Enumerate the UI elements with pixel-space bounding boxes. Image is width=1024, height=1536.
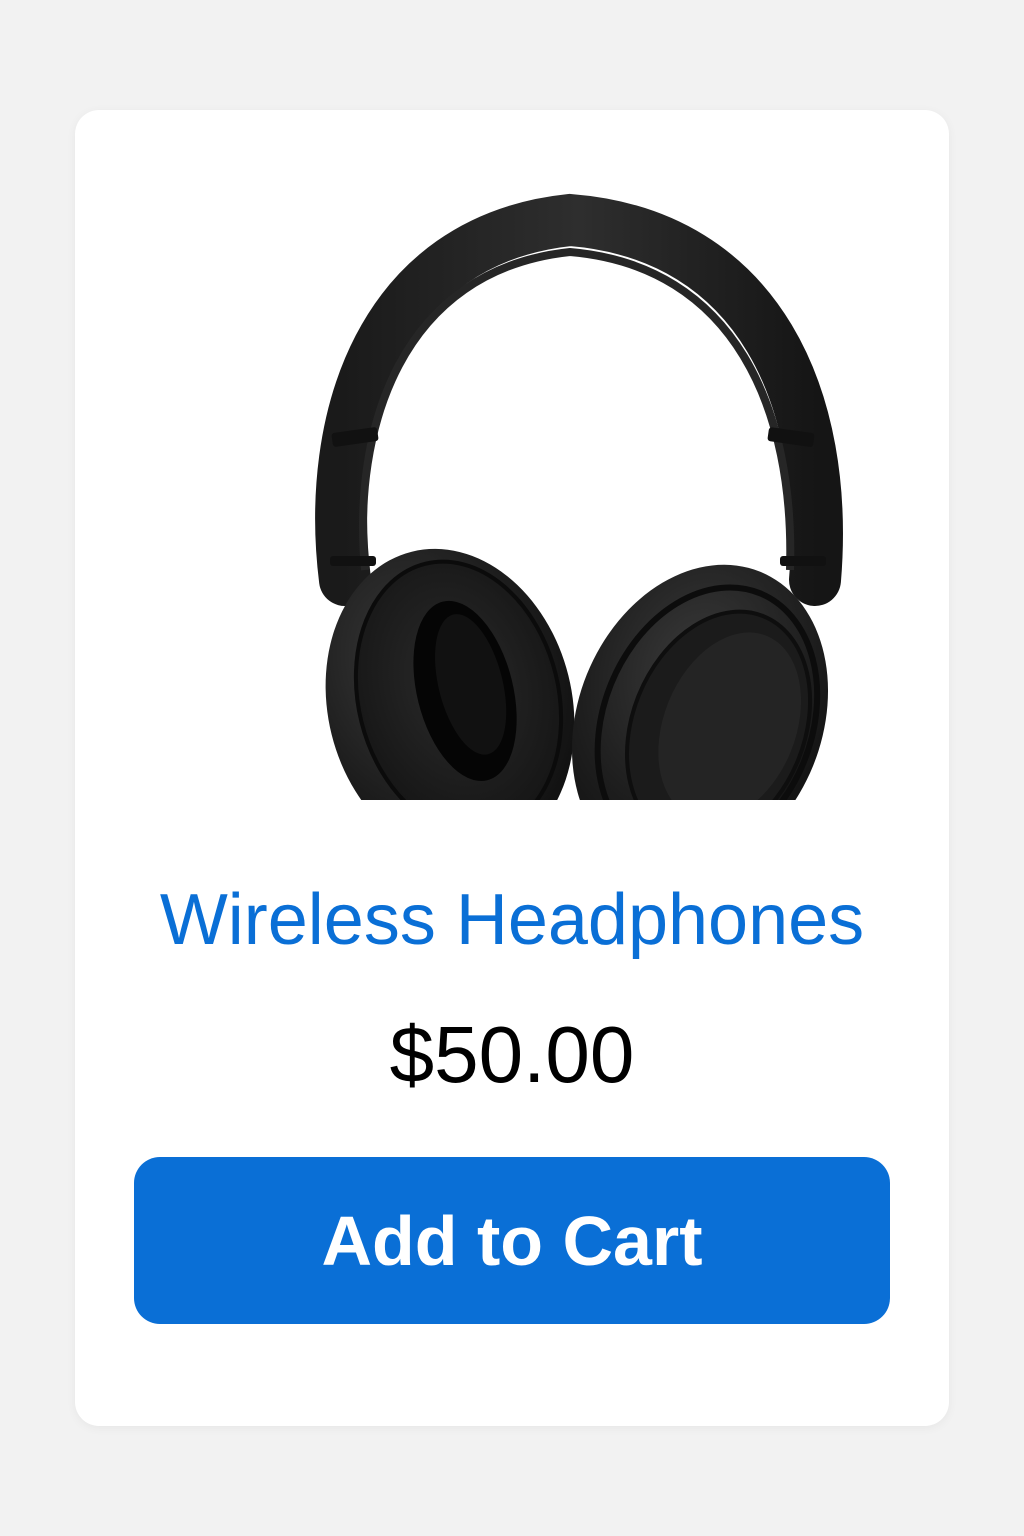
headphones-icon	[315, 193, 843, 800]
product-title[interactable]: Wireless Headphones	[75, 875, 949, 965]
product-image[interactable]	[290, 160, 850, 800]
product-card: Wireless Headphones $50.00 Add to Cart	[75, 110, 949, 1426]
add-to-cart-button[interactable]: Add to Cart	[134, 1157, 890, 1324]
product-price: $50.00	[389, 1010, 635, 1099]
